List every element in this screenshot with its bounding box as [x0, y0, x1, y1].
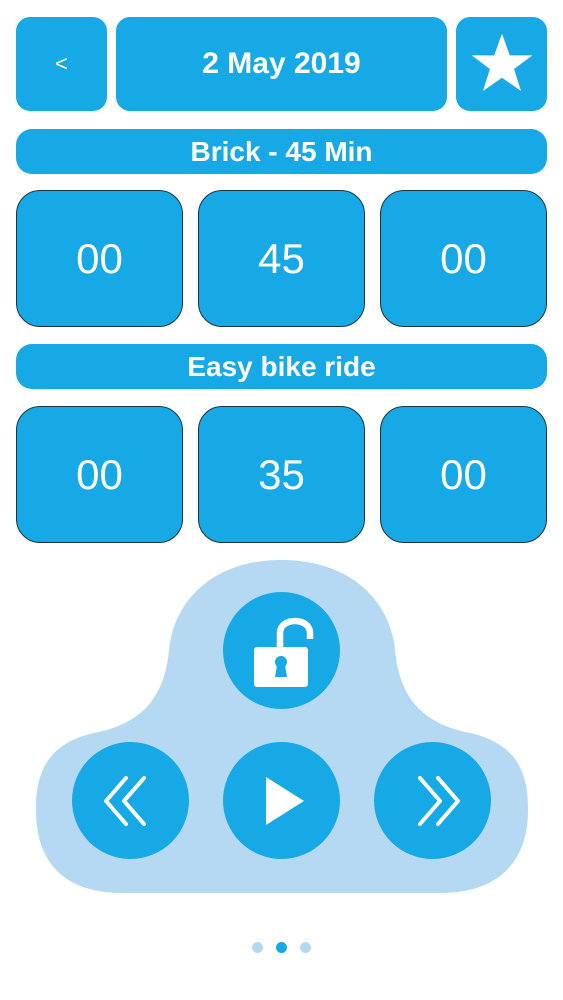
- step-title: Easy bike ride: [187, 350, 376, 382]
- page-dot[interactable]: [300, 941, 311, 953]
- favorite-button[interactable]: [456, 17, 547, 111]
- page-dot[interactable]: [252, 941, 263, 953]
- step-minutes: 35: [258, 450, 305, 498]
- workout-hours: 00: [76, 234, 123, 282]
- double-chevron-left-icon: [103, 775, 146, 826]
- play-button[interactable]: [223, 742, 340, 859]
- page-dot-active[interactable]: [276, 941, 287, 953]
- step-hours: 00: [76, 450, 123, 498]
- lock-button[interactable]: [223, 592, 340, 709]
- step-title-bar: Easy bike ride: [16, 344, 547, 389]
- step-seconds-box[interactable]: 00: [380, 406, 547, 543]
- date-display[interactable]: 2 May 2019: [116, 17, 447, 111]
- workout-minutes: 45: [258, 234, 305, 282]
- workout-title-bar: Brick - 45 Min: [16, 129, 547, 174]
- workout-seconds-box[interactable]: 00: [380, 190, 547, 327]
- step-seconds: 00: [440, 450, 487, 498]
- workout-minutes-box[interactable]: 45: [198, 190, 365, 327]
- date-label: 2 May 2019: [202, 47, 361, 80]
- unlocked-padlock-icon: [253, 617, 313, 687]
- back-button-label: <: [55, 51, 68, 76]
- page-indicator[interactable]: [0, 940, 563, 954]
- play-icon: [265, 776, 304, 825]
- double-chevron-right-icon: [417, 775, 460, 826]
- workout-seconds: 00: [440, 234, 487, 282]
- forward-button[interactable]: [374, 742, 491, 859]
- star-icon: [471, 33, 532, 92]
- rewind-button[interactable]: [72, 742, 189, 859]
- step-hours-box[interactable]: 00: [16, 406, 183, 543]
- back-button[interactable]: <: [16, 17, 107, 111]
- step-minutes-box[interactable]: 35: [198, 406, 365, 543]
- workout-title: Brick - 45 Min: [190, 135, 373, 167]
- workout-hours-box[interactable]: 00: [16, 190, 183, 327]
